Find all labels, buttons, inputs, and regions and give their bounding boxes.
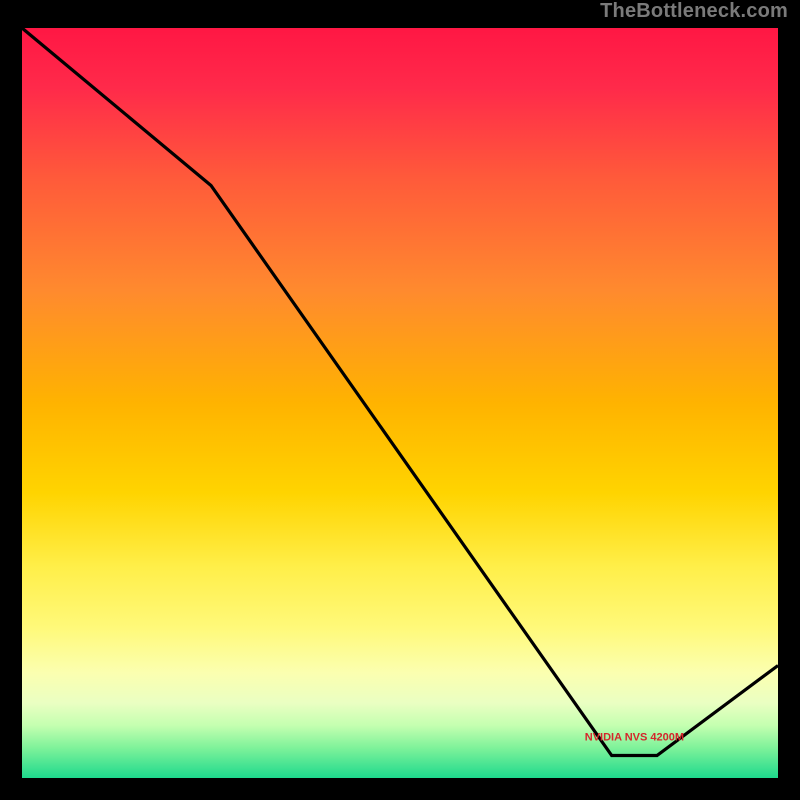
chart-frame: TheBottleneck.com NVIDIA NVS 4200M bbox=[0, 0, 800, 800]
gradient-background bbox=[22, 28, 778, 778]
bottleneck-chart: NVIDIA NVS 4200M bbox=[22, 28, 778, 778]
gpu-annotation: NVIDIA NVS 4200M bbox=[585, 732, 684, 744]
plot-area: NVIDIA NVS 4200M bbox=[22, 28, 778, 778]
watermark-text: TheBottleneck.com bbox=[600, 0, 788, 23]
